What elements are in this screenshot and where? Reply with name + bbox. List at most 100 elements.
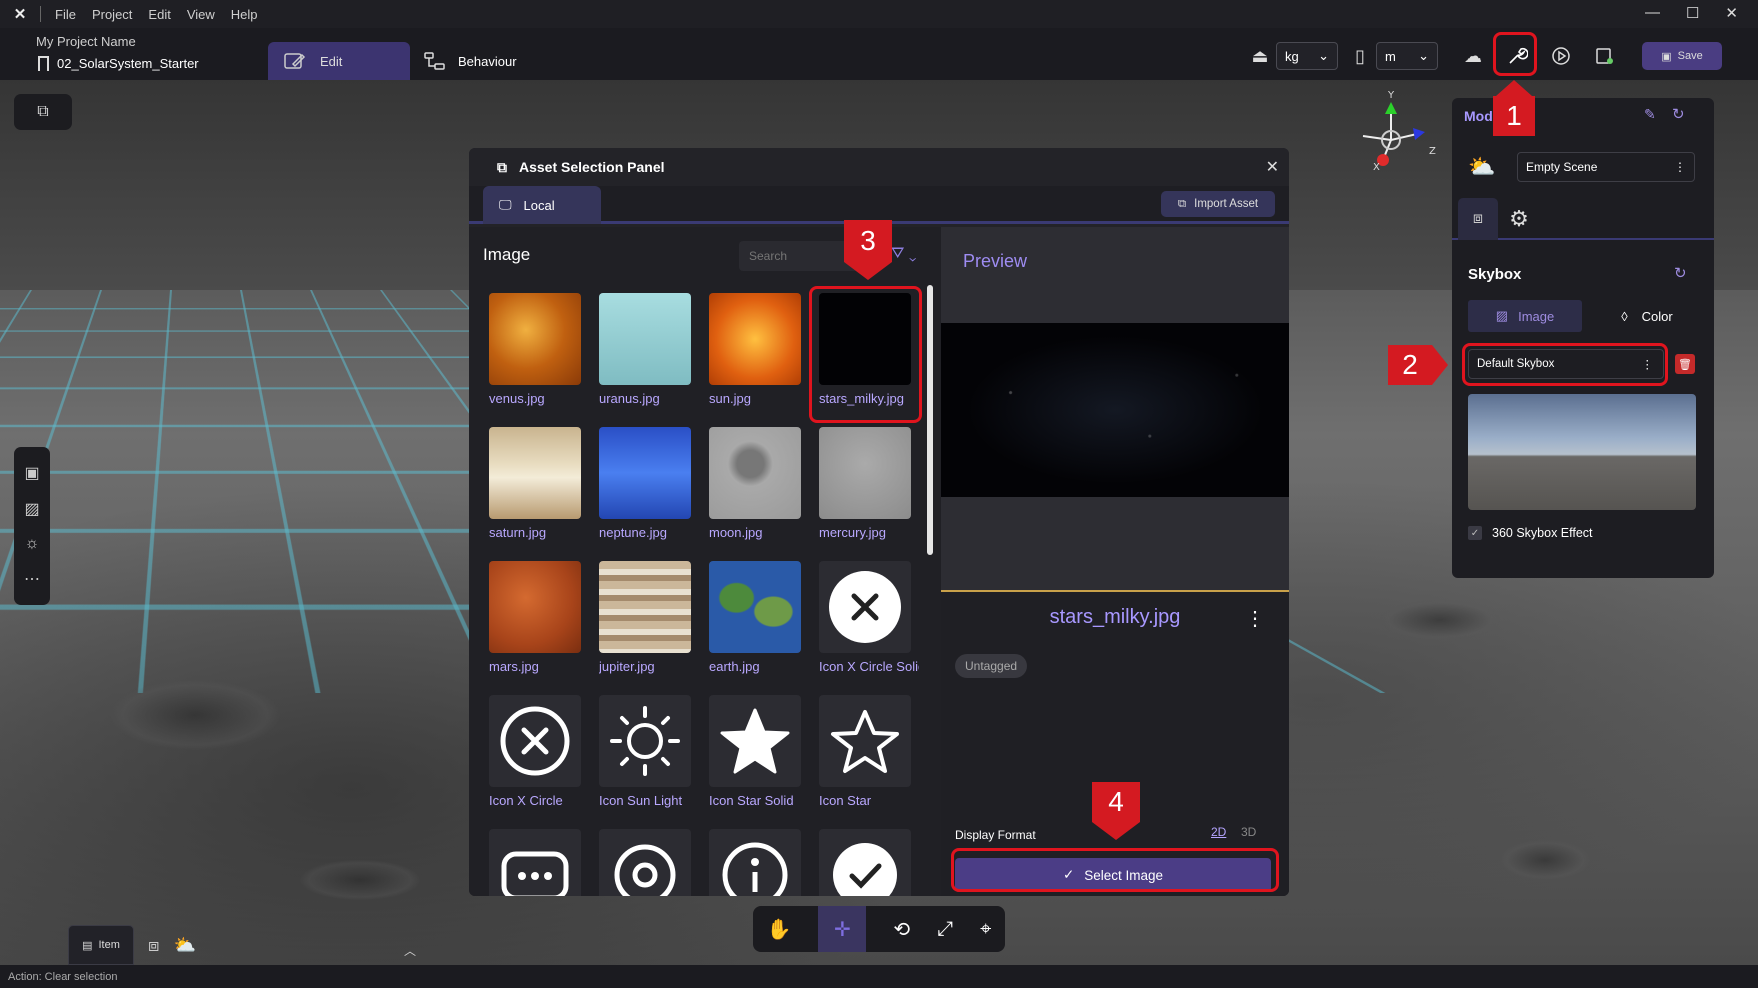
format-3d-option[interactable]: 3D	[1241, 825, 1256, 839]
text-tool-icon[interactable]: ▣	[24, 463, 39, 483]
close-window-icon[interactable]: ✕	[1725, 4, 1738, 22]
minimize-icon[interactable]: —	[1645, 4, 1660, 22]
toolbar-actions: ☁	[1457, 40, 1621, 72]
menu-view[interactable]: View	[179, 7, 223, 22]
axis-x-label: X	[1373, 162, 1380, 173]
weight-icon: ⏏	[1251, 45, 1269, 66]
menu-file[interactable]: File	[47, 7, 84, 22]
panel-title: Asset Selection Panel	[519, 159, 665, 175]
crater	[110, 680, 280, 750]
asset-item[interactable]: moon.jpg	[709, 427, 801, 540]
asset-item[interactable]: Icon Star Solid	[709, 695, 801, 808]
length-unit-dropdown[interactable]: m ⌄	[1376, 42, 1438, 70]
tab-settings[interactable]: ⚙	[1504, 202, 1534, 236]
mass-unit-dropdown[interactable]: kg ⌄	[1276, 42, 1338, 70]
delete-skybox-button[interactable]: 🗑	[1675, 354, 1695, 374]
info-icon	[709, 829, 801, 896]
asset-item[interactable]: mars.jpg	[489, 561, 581, 674]
callout-1: 1	[1493, 96, 1535, 136]
asset-item[interactable]: uranus.jpg	[599, 293, 691, 406]
asset-item[interactable]: Icon X Circle	[489, 695, 581, 808]
scene-value: Empty Scene	[1526, 160, 1598, 174]
more-options-icon[interactable]: ⋮	[1674, 160, 1686, 174]
saturn-texture	[489, 427, 581, 519]
menu-project[interactable]: Project	[84, 7, 140, 22]
scene-name[interactable]: 02_SolarSystem_Starter	[38, 56, 199, 71]
chevron-up-icon[interactable]: ︿	[404, 942, 416, 959]
filter-icon[interactable]: ⛛ ⌄	[891, 245, 916, 263]
scrollbar[interactable]	[927, 285, 933, 555]
asset-item[interactable]	[819, 829, 911, 896]
item-icon: ▤	[82, 939, 93, 952]
crater	[1500, 840, 1590, 880]
edit-icon	[284, 53, 306, 69]
menu-edit[interactable]: Edit	[140, 7, 178, 22]
tab-behaviour-label: Behaviour	[458, 53, 517, 69]
light-tool-icon[interactable]: ☼	[25, 535, 40, 553]
tab-scene-settings[interactable]: ⧈	[1458, 198, 1498, 240]
moon-texture	[709, 427, 801, 519]
star-solid-icon	[709, 695, 801, 787]
save-button[interactable]: ▣ Save	[1642, 42, 1722, 70]
rotate-icon[interactable]: ⟲	[893, 917, 910, 942]
asset-item[interactable]: sun.jpg	[709, 293, 801, 406]
asset-item[interactable]: jupiter.jpg	[599, 561, 691, 674]
asset-item[interactable]	[489, 829, 581, 896]
segment-image[interactable]: ▨ Image	[1468, 300, 1582, 332]
asset-item[interactable]	[599, 829, 691, 896]
status-text: Action: Clear selection	[8, 970, 118, 983]
edit-pencil-icon[interactable]: ✎	[1644, 106, 1656, 123]
pivot-icon[interactable]: ⌖	[980, 918, 991, 941]
bottom-tabs: ▤ Item ⧈ ⛅	[68, 925, 196, 965]
monitor-icon: 🖵	[499, 197, 512, 212]
reset-icon[interactable]: ↻	[1674, 264, 1687, 282]
asset-item[interactable]: Icon Star	[819, 695, 911, 808]
environment-icon: ⛅	[1468, 154, 1496, 179]
skybox-effect-checkbox[interactable]: ✓	[1468, 526, 1482, 540]
more-tools-icon[interactable]: ⋯	[24, 569, 40, 589]
asset-item[interactable]: Icon X Circle Solid	[819, 561, 919, 674]
asset-item[interactable]: mercury.jpg	[819, 427, 911, 540]
axis-gizmo[interactable]: Y Z X	[1355, 90, 1445, 180]
refresh-icon[interactable]: ↻	[1672, 105, 1685, 123]
layers-button[interactable]: ⧉	[14, 94, 72, 130]
tab-item[interactable]: ▤ Item	[68, 925, 134, 965]
x-circle-icon	[489, 695, 581, 787]
menu-help[interactable]: Help	[223, 7, 266, 22]
scene-dropdown[interactable]: Empty Scene ⋮	[1517, 152, 1695, 182]
search-input[interactable]	[739, 241, 859, 271]
asset-item[interactable]	[709, 829, 801, 896]
scale-icon[interactable]: ⤢	[937, 918, 953, 941]
callout-3: 3	[844, 220, 892, 262]
move-icon[interactable]: ✛	[818, 906, 867, 952]
module-title: Mod	[1464, 108, 1493, 124]
asset-item[interactable]: Icon Sun Light	[599, 695, 691, 808]
publish-icon[interactable]	[1589, 40, 1621, 72]
maximize-icon[interactable]: ☐	[1686, 4, 1699, 22]
neptune-texture	[599, 427, 691, 519]
hand-icon[interactable]: ✋	[767, 917, 792, 942]
tag-badge[interactable]: Untagged	[955, 654, 1028, 678]
play-icon[interactable]	[1545, 40, 1577, 72]
cloud-icon[interactable]: ☁	[1457, 40, 1489, 72]
asset-label: jupiter.jpg	[599, 659, 655, 674]
asset-item[interactable]: neptune.jpg	[599, 427, 691, 540]
asset-item[interactable]: saturn.jpg	[489, 427, 581, 540]
highlight-select-button	[951, 848, 1279, 892]
asset-item[interactable]: venus.jpg	[489, 293, 581, 406]
close-icon[interactable]: ✕	[1266, 157, 1279, 177]
status-bar: Action: Clear selection	[0, 965, 1758, 988]
object-icon[interactable]: ⧈	[148, 935, 159, 956]
tab-edit[interactable]: Edit	[268, 42, 410, 80]
tab-local[interactable]: 🖵 Local	[483, 186, 601, 224]
skybox-effect-row[interactable]: ✓ 360 Skybox Effect	[1468, 526, 1593, 540]
image-tool-icon[interactable]: ▨	[24, 499, 39, 519]
tab-behaviour[interactable]: Behaviour	[424, 42, 517, 80]
environment-icon[interactable]: ⛅	[173, 935, 195, 956]
asset-item[interactable]: earth.jpg	[709, 561, 801, 674]
mars-texture	[489, 561, 581, 653]
segment-color[interactable]: ◊ Color	[1590, 300, 1704, 332]
format-2d-option[interactable]: 2D	[1211, 825, 1226, 839]
more-options-icon[interactable]: ⋮	[1245, 606, 1265, 631]
import-asset-button[interactable]: ⧉ Import Asset	[1161, 191, 1275, 217]
